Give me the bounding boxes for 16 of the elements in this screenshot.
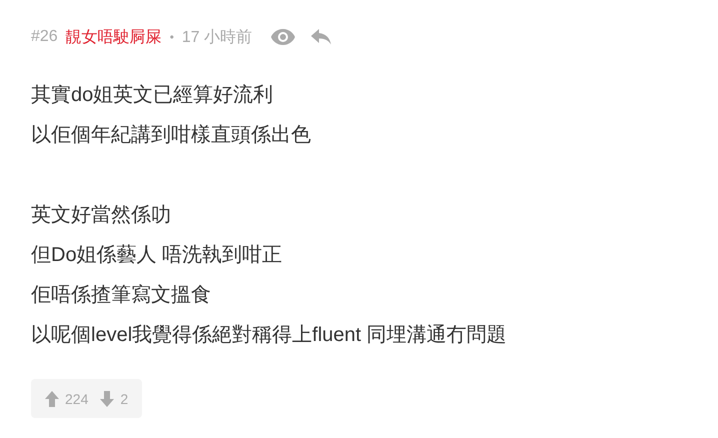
post-time: 17 小時前 xyxy=(182,28,252,48)
text-line: 佢唔係揸筆寫文搵食 xyxy=(31,283,212,308)
post-number: #26 xyxy=(31,28,58,46)
text-line: 英文好當然係叻 xyxy=(31,203,172,228)
upvote-button[interactable]: 224 xyxy=(45,390,88,406)
text-line: 其實do姐英文已經算好流利 xyxy=(31,83,274,108)
reply-icon[interactable] xyxy=(310,28,332,46)
down-arrow-icon xyxy=(100,390,114,406)
author-link[interactable]: 靚女唔駛屙屎 xyxy=(66,26,162,48)
downvote-button[interactable]: 2 xyxy=(100,390,128,406)
text-line: 但Do姐係藝人 唔洗執到咁正 xyxy=(31,243,284,268)
text-line: 以佢個年紀講到咁樣直頭係出色 xyxy=(31,123,312,148)
text-line: 以呢個level我覺得係絕對稱得上fluent 同埋溝通冇問題 xyxy=(31,323,508,348)
separator-dot: • xyxy=(170,30,174,44)
up-arrow-icon xyxy=(45,390,59,406)
eye-icon[interactable] xyxy=(270,28,296,46)
